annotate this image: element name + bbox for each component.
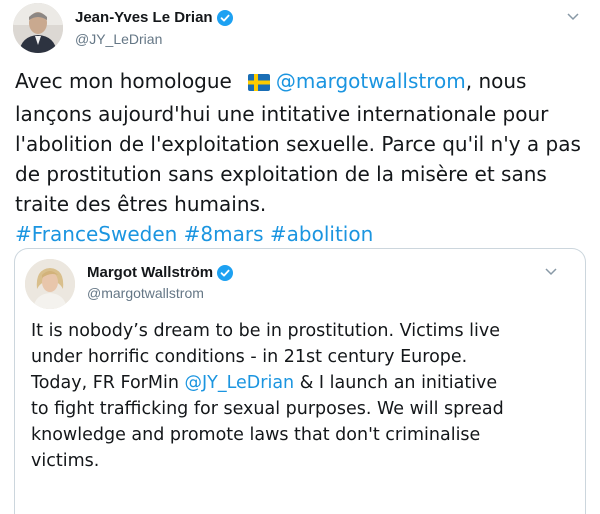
tweet-text: Avec mon homologue @margotwallstrom, nous… (15, 66, 595, 249)
tweet-text-line: lançons aujourd'hui une intitative inter… (15, 102, 549, 126)
quoted-text-line: knowledge and promote laws that don't cr… (31, 425, 481, 445)
tweet-text-line: l'abolition de l'exploitation sexuelle. … (15, 132, 581, 156)
quoted-text-line: Today, FR ForMin @JY_LeDrian & I launch … (31, 370, 571, 396)
author-avatar[interactable] (13, 3, 63, 53)
verified-badge-icon (217, 264, 234, 281)
tweet-text-line: Avec mon homologue @margotwallstrom, nous (15, 66, 595, 99)
text-segment: , nous (465, 69, 527, 93)
verified-badge-icon (216, 9, 233, 26)
chevron-down-icon[interactable] (544, 267, 558, 277)
quoted-author-avatar[interactable] (25, 259, 75, 309)
chevron-down-icon[interactable] (566, 12, 580, 22)
main-tweet[interactable]: Jean-Yves Le Drian @JY_LeDrian Avec mon … (0, 0, 600, 514)
hashtag-link[interactable]: #FranceSweden (15, 222, 177, 246)
author-display-name[interactable]: Jean-Yves Le Drian (75, 9, 213, 26)
quoted-text-line: under horrific conditions - in 21st cent… (31, 347, 468, 367)
sweden-flag-icon (247, 69, 270, 99)
quoted-text-line: It is nobody’s dream to be in prostituti… (31, 321, 500, 341)
mention-link[interactable]: @margotwallstrom (276, 69, 466, 93)
hashtag-line: #FranceSweden #8mars #abolition (15, 219, 595, 249)
hashtag-link[interactable]: #8mars (184, 222, 264, 246)
tweet-text-line: de prostitution sans exploitation de la … (15, 162, 547, 186)
quoted-text-line: victims. (31, 451, 100, 471)
quoted-text-line: to fight trafficking for sexual purposes… (31, 399, 504, 419)
quoted-author-handle[interactable]: @margotwallstrom (87, 285, 204, 301)
quoted-tweet-text: It is nobody’s dream to be in prostituti… (31, 318, 571, 474)
text-segment: Today, FR ForMin (31, 373, 185, 393)
text-segment: Avec mon homologue (15, 69, 232, 93)
author-handle[interactable]: @JY_LeDrian (75, 31, 162, 47)
mention-link[interactable]: @JY_LeDrian (184, 373, 294, 393)
hashtag-link[interactable]: #abolition (270, 222, 373, 246)
tweet-text-line: traite des êtres humains. (15, 192, 267, 216)
text-segment: & I launch an initiative (294, 373, 498, 393)
quoted-author-display-name[interactable]: Margot Wallström (87, 264, 213, 281)
